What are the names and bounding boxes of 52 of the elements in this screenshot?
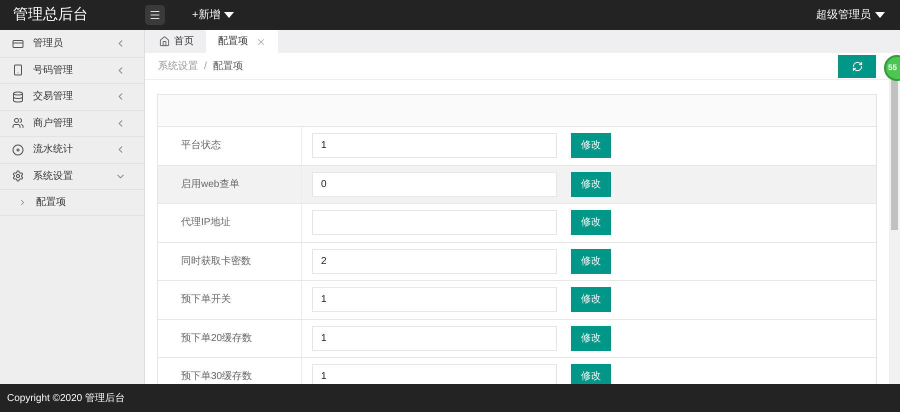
setting-label: 代理IP地址	[181, 216, 230, 230]
refresh-icon	[852, 60, 862, 72]
edit-button[interactable]: 修改	[571, 210, 611, 236]
edit-button[interactable]: 修改	[571, 326, 611, 351]
sidebar-subitem[interactable]: 配置项	[0, 190, 144, 216]
tab[interactable]: 首页	[147, 30, 206, 53]
id-card-icon	[12, 38, 24, 50]
breadcrumb-item[interactable]: 配置项	[212, 58, 243, 74]
setting-label: 平台状态	[181, 138, 221, 154]
setting-label: 预下单20缓存数	[181, 332, 252, 346]
footer-copyright: Copyright ©2020 管理后台	[7, 392, 125, 406]
value-field[interactable]: 1	[312, 133, 557, 158]
caret-icon	[875, 12, 885, 18]
value-field[interactable]: 1	[312, 287, 557, 312]
app-title: 管理总后台	[12, 4, 89, 25]
refresh-button[interactable]	[838, 54, 876, 78]
value-field[interactable]	[312, 210, 557, 236]
tab[interactable]: 配置项	[206, 30, 278, 53]
value-field[interactable]: 2	[312, 248, 557, 274]
value-field[interactable]: 1	[312, 326, 557, 351]
edit-button[interactable]: 修改	[571, 364, 611, 384]
home-icon	[159, 36, 170, 47]
close-icon	[256, 36, 266, 46]
menu-icon	[149, 9, 161, 21]
new-menu[interactable]: +新增	[192, 6, 234, 24]
breadcrumb-separator: /	[204, 60, 207, 74]
setting-label: 预下单开关	[181, 292, 231, 308]
database-icon	[12, 90, 24, 103]
setting-label: 启用web查单	[181, 178, 240, 192]
scrollbar-thumb[interactable]	[891, 80, 898, 230]
edit-button[interactable]: 修改	[571, 133, 611, 158]
gear-icon	[12, 170, 24, 182]
sidebar-item[interactable]: 管理员	[0, 31, 144, 58]
menu-toggle-button[interactable]	[145, 5, 165, 25]
chevron-right-icon	[18, 198, 27, 207]
target-icon	[12, 144, 24, 156]
edit-button[interactable]: 修改	[571, 172, 611, 197]
sidebar-item[interactable]: 号码管理	[0, 58, 144, 84]
sidebar-item[interactable]: 商户管理	[0, 110, 144, 137]
value-field[interactable]: 1	[312, 364, 557, 384]
value-field[interactable]: 0	[312, 172, 557, 197]
sidebar-item[interactable]: 流水统计	[0, 137, 144, 164]
phone-icon	[12, 64, 24, 76]
users-icon	[12, 117, 24, 130]
user-menu[interactable]: 超级管理员	[816, 6, 885, 24]
setting-label: 同时获取卡密数	[181, 254, 251, 269]
caret-icon	[224, 12, 234, 18]
edit-button[interactable]: 修改	[571, 248, 611, 274]
sidebar-item[interactable]: 交易管理	[0, 84, 144, 110]
sidebar-item[interactable]: 系统设置	[0, 164, 144, 190]
edit-button[interactable]: 修改	[571, 287, 611, 312]
setting-label: 预下单30缓存数	[181, 370, 252, 384]
